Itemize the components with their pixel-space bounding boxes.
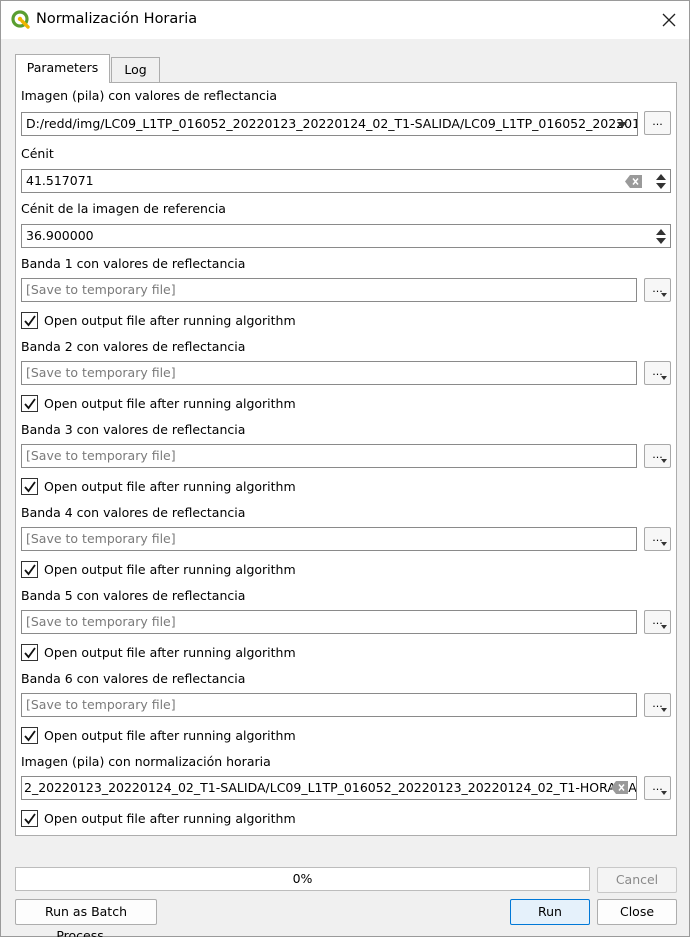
band-6-browse-button[interactable]: ... bbox=[644, 693, 671, 717]
checkbox-checked-icon[interactable] bbox=[21, 395, 38, 412]
cenit-spinbox[interactable]: 41.517071 bbox=[21, 169, 671, 193]
qgis-logo-icon bbox=[11, 10, 30, 29]
band-1-output-field[interactable]: [Save to temporary file] bbox=[21, 278, 637, 302]
dialog-window: Normalización Horaria Parameters Log Ima… bbox=[0, 0, 690, 937]
checkbox-checked-icon[interactable] bbox=[21, 561, 38, 578]
output-image-value: 2_20220123_20220124_02_T1-SALIDA/LC09_L1… bbox=[24, 780, 637, 795]
checkbox-checked-icon[interactable] bbox=[21, 478, 38, 495]
title-bar: Normalización Horaria bbox=[1, 1, 689, 39]
checkbox-checked-icon[interactable] bbox=[21, 312, 38, 329]
close-icon[interactable] bbox=[655, 7, 683, 33]
band-2-output-field[interactable]: [Save to temporary file] bbox=[21, 361, 637, 385]
checkbox-checked-icon[interactable] bbox=[21, 810, 38, 827]
close-button[interactable]: Close bbox=[597, 899, 677, 925]
cancel-button[interactable]: Cancel bbox=[597, 867, 677, 893]
band-6-output-field[interactable]: [Save to temporary file] bbox=[21, 693, 637, 717]
band-1-label: Banda 1 con valores de reflectancia bbox=[21, 256, 246, 271]
tab-parameters[interactable]: Parameters bbox=[15, 54, 110, 83]
output-image-field[interactable]: 2_20220123_20220124_02_T1-SALIDA/LC09_L1… bbox=[21, 776, 637, 800]
input-image-combo[interactable]: D:/redd/img/LC09_L1TP_016052_20220123_20… bbox=[21, 112, 638, 136]
progress-text: 0% bbox=[292, 871, 313, 886]
band-2-label: Banda 2 con valores de reflectancia bbox=[21, 339, 246, 354]
run-button[interactable]: Run bbox=[510, 899, 590, 925]
spin-arrows-icon[interactable] bbox=[655, 172, 667, 192]
tab-log[interactable]: Log bbox=[111, 57, 160, 83]
output-image-browse-button[interactable]: ... bbox=[644, 776, 671, 800]
band-5-browse-button[interactable]: ... bbox=[644, 610, 671, 634]
band-2-browse-button[interactable]: ... bbox=[644, 361, 671, 385]
input-image-value: D:/redd/img/LC09_L1TP_016052_20220123_20… bbox=[26, 116, 638, 131]
run-batch-button[interactable]: Run as Batch Process... bbox=[15, 899, 157, 937]
band-3-output-field[interactable]: [Save to temporary file] bbox=[21, 444, 637, 468]
band-1-browse-button[interactable]: ... bbox=[644, 278, 671, 302]
band-3-label: Banda 3 con valores de reflectancia bbox=[21, 422, 246, 437]
band-4-label: Banda 4 con valores de reflectancia bbox=[21, 505, 246, 520]
band-4-browse-button[interactable]: ... bbox=[644, 527, 671, 551]
cenit-label: Cénit bbox=[21, 146, 54, 161]
cenit-ref-spinbox[interactable]: 36.900000 bbox=[21, 224, 671, 248]
window-title: Normalización Horaria bbox=[36, 11, 198, 27]
cenit-ref-value: 36.900000 bbox=[26, 228, 94, 243]
input-image-label: Imagen (pila) con valores de reflectanci… bbox=[21, 88, 278, 103]
chevron-down-icon[interactable] bbox=[617, 122, 627, 128]
band-5-output-field[interactable]: [Save to temporary file] bbox=[21, 610, 637, 634]
band-5-label: Banda 5 con valores de reflectancia bbox=[21, 588, 246, 603]
checkbox-checked-icon[interactable] bbox=[21, 644, 38, 661]
output-image-label: Imagen (pila) con normalización horaria bbox=[21, 754, 271, 769]
band-6-label: Banda 6 con valores de reflectancia bbox=[21, 671, 246, 686]
band-4-output-field[interactable]: [Save to temporary file] bbox=[21, 527, 637, 551]
input-image-browse-button[interactable]: ... bbox=[644, 111, 671, 135]
clear-icon[interactable] bbox=[611, 781, 628, 794]
clear-icon[interactable] bbox=[625, 175, 642, 188]
spin-arrows-icon[interactable] bbox=[655, 227, 667, 247]
cenit-ref-label: Cénit de la imagen de referencia bbox=[21, 201, 226, 216]
band-3-browse-button[interactable]: ... bbox=[644, 444, 671, 468]
progress-bar: 0% bbox=[15, 867, 590, 891]
checkbox-checked-icon[interactable] bbox=[21, 727, 38, 744]
cenit-value: 41.517071 bbox=[26, 173, 94, 188]
